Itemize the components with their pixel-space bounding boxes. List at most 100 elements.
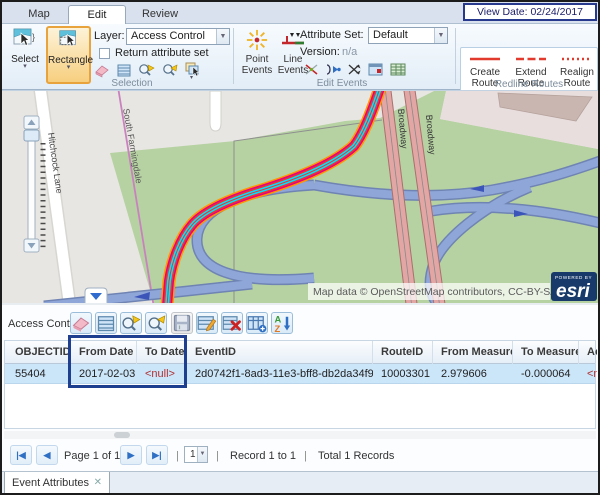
esri-logo: POWERED BY esri [551,272,597,302]
next-page-button[interactable]: ▶ [120,445,142,465]
event-table-icon[interactable] [390,62,406,77]
cell-from-measure: 2.979606 [433,364,513,384]
column-header[interactable]: OBJECTID [7,341,71,364]
layer-dropdown-value: Access Control [131,30,205,42]
pan-to-selected-icon[interactable] [161,62,178,78]
ribbon: } Select ▾ Rectangle ▾ Layer: Access Con… [2,24,598,90]
attribute-table-button[interactable] [95,312,117,334]
event-attributes-tab[interactable]: Event Attributes ✕ [4,472,110,495]
add-to-selection-button[interactable] [246,312,268,334]
table-row-selected[interactable]: 55404 2017-02-03 <null> 2d0742f1-8ad3-11… [5,364,595,384]
select-button[interactable]: } Select ▾ [6,26,44,82]
column-header[interactable]: From Date [71,341,137,364]
last-page-button[interactable]: ▶| [146,445,168,465]
attribute-set-dropdown[interactable]: Default ▼ [368,27,448,44]
scrollbar-thumb[interactable] [114,432,130,438]
cell-routeid: 10003301 [373,364,433,384]
edit-attributes-button[interactable] [196,312,218,334]
map-canvas[interactable]: Hitchcock Lane South Farmingdale Broadwa… [2,90,598,303]
rectangle-select-icon [57,28,81,52]
page-select-arrow-icon[interactable]: ▼ [197,447,207,462]
column-header[interactable]: To Measure [513,341,579,364]
create-route-icon [468,54,502,64]
split-event-icon[interactable] [304,62,319,77]
group-divider [455,28,456,84]
esri-brand-text: esri [556,281,591,302]
delete-event-button[interactable] [221,312,243,334]
page-count-text: Page 1 of 1 [64,450,120,462]
pager-separator: | [176,450,179,462]
event-editor-window: Map Edit Review View Date: 02/24/2017 } … [0,0,600,495]
tab-map[interactable]: Map [14,5,64,24]
record-pager: |◀ ◀ Page 1 of 1 ▶ ▶| | 1 ▼ | Record 1 t… [2,441,598,471]
svg-text:}: } [32,32,35,42]
first-page-button[interactable]: |◀ [10,445,32,465]
view-date-badge: View Date: 02/24/2017 [463,3,597,21]
page-select[interactable]: 1 ▼ [184,446,208,463]
attribute-set-label: Attribute Set: [300,29,364,41]
svg-text:Z: Z [275,324,281,333]
rectangle-select-button[interactable]: Rectangle ▾ [46,26,91,84]
dissolve-events-icon[interactable] [347,62,362,77]
attribute-set-dropdown-arrow-icon[interactable]: ▼ [434,28,447,43]
rectangle-dropdown-carat[interactable]: ▾ [48,66,89,70]
grid-header: OBJECTID From Date To Date EventID Route… [5,341,595,364]
point-events-button[interactable]: Point Events [239,28,275,80]
page-select-value: 1 [190,449,196,460]
select-dropdown-carat[interactable]: ▾ [7,65,43,69]
clear-selection-icon[interactable] [94,62,110,78]
return-attribute-set-checkbox[interactable] [99,48,110,59]
close-tab-icon[interactable]: ✕ [94,472,102,494]
cell-eventid: 2d0742f1-8ad3-11e3-bff8-db2da34f95fe [187,364,373,384]
main-tabstrip: Map Edit Review View Date: 02/24/2017 [2,2,598,24]
layer-dropdown[interactable]: Access Control ▼ [126,28,230,45]
overlay-window-icon[interactable] [368,62,384,77]
cell-objectid: 55404 [7,364,71,384]
point-events-label: Point Events [240,54,274,76]
pager-separator: | [304,450,307,462]
merge-events-icon[interactable] [325,62,341,77]
pan-to-selected-button[interactable] [145,312,167,334]
group-divider [233,28,234,84]
map-attribution: Map data © OpenStreetMap contributors, C… [313,286,557,298]
map-graphics: Hitchcock Lane South Farmingdale Broadwa… [2,91,598,304]
tab-review[interactable]: Review [132,5,188,24]
previous-page-button[interactable]: ◀ [36,445,58,465]
save-button[interactable] [171,312,193,334]
bottom-tabbar: Event Attributes ✕ [2,471,598,495]
selection-small-toolbar: ▾ [94,61,201,79]
column-header[interactable]: Ac [579,341,597,364]
sort-button[interactable]: AZ [271,312,293,334]
powered-by-text: POWERED BY [555,275,592,280]
column-header[interactable]: EventID [187,341,373,364]
zoom-to-selected-icon[interactable] [138,62,155,78]
edit-events-small-toolbar [304,62,406,77]
total-records-text: Total 1 Records [318,450,394,462]
cell-from-date[interactable]: 2017-02-03 [71,364,137,384]
road-stub [210,91,221,131]
select-layers-icon[interactable]: ▾ [184,61,201,79]
attribute-table-icon[interactable] [116,62,132,78]
redline-routes-group-label: Redline Routes [460,79,598,90]
column-header[interactable]: To Date [137,341,187,364]
version-label: Version: [300,46,340,58]
cell-to-date[interactable]: <null> [137,364,187,384]
cell-to-measure: -0.000064 [513,364,579,384]
attribute-grid: OBJECTID From Date To Date EventID Route… [4,340,596,429]
select-tool-icon: } [12,27,38,51]
column-header[interactable]: RouteID [373,341,433,364]
tab-edit[interactable]: Edit [68,5,126,24]
zoom-to-selected-button[interactable] [120,312,142,334]
clear-selection-button[interactable] [70,312,92,334]
column-header[interactable]: From Measure [433,341,513,364]
grid-horizontal-scrollbar[interactable] [4,431,596,439]
return-attribute-set-label: Return attribute set [115,47,209,59]
layer-dropdown-arrow-icon[interactable]: ▼ [216,29,229,44]
event-attributes-panel: Access Control AZ [2,303,598,493]
attribute-set-value: Default [373,29,408,41]
extend-route-icon [514,54,548,64]
point-events-icon [245,29,269,51]
map-collapse-button[interactable] [85,288,107,304]
selection-group-label: Selection [62,78,202,89]
zoom-slider-thumb[interactable] [24,130,39,141]
